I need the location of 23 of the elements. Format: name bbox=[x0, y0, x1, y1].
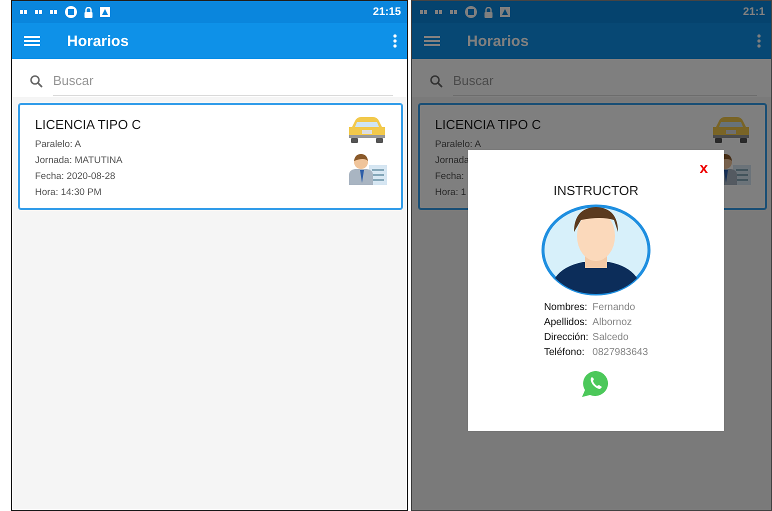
field-label: Apellidos: bbox=[544, 317, 588, 328]
app-title: Horarios bbox=[467, 32, 529, 50]
field-label: Nombres: bbox=[544, 302, 588, 313]
card-detail: Hora: 14:30 PM bbox=[35, 186, 103, 200]
field-value: Fernando bbox=[592, 302, 636, 313]
card-detail: Paralelo: A bbox=[435, 138, 482, 152]
card-title: LICENCIA TIPO C bbox=[35, 117, 141, 132]
card-detail: Fecha: bbox=[435, 170, 466, 184]
card-detail: Fecha: 2020-08-28 bbox=[35, 170, 116, 184]
field-value: Salcedo bbox=[592, 332, 630, 343]
card-detail: Jornada: MATUTINA bbox=[35, 154, 124, 168]
app-title: Horarios bbox=[67, 32, 129, 50]
field-label: Teléfono: bbox=[544, 347, 586, 358]
status-time: 21:15 bbox=[372, 6, 401, 18]
card-detail: Paralelo: A bbox=[35, 138, 82, 152]
card-detail: Jornada bbox=[435, 154, 470, 168]
card-detail: Hora: 1 bbox=[435, 186, 468, 200]
status-time: 21:1 bbox=[742, 6, 765, 18]
dialog-title: INSTRUCTOR bbox=[554, 183, 638, 198]
field-value: Albornoz bbox=[592, 317, 633, 328]
field-label: Dirección: bbox=[544, 332, 588, 343]
field-value: 0827983643 bbox=[592, 347, 648, 358]
card-title: LICENCIA TIPO C bbox=[435, 117, 541, 132]
